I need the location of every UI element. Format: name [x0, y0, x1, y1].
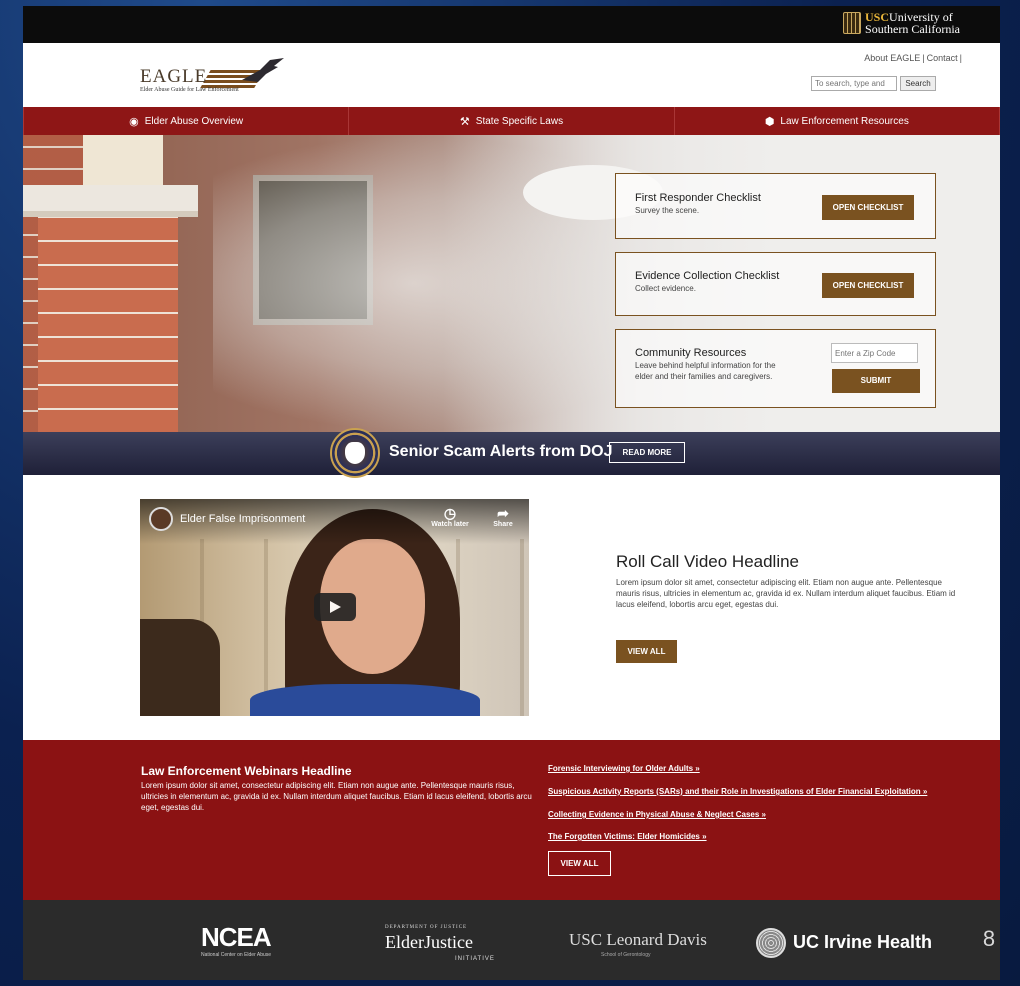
card-subtitle-line1: Leave behind helpful information for the [635, 361, 776, 370]
play-button-icon[interactable] [314, 593, 356, 621]
webinar-link[interactable]: Collecting Evidence in Physical Abuse & … [548, 810, 766, 819]
card-subtitle-line2: elder and their families and caregivers. [635, 372, 773, 381]
about-link[interactable]: About EAGLE [864, 53, 920, 63]
logo-word: EAGLE [140, 66, 208, 87]
roll-call-body: Lorem ipsum dolor sit amet, consectetur … [616, 578, 956, 609]
webinar-link[interactable]: Suspicious Activity Reports (SARs) and t… [548, 787, 927, 796]
video-player[interactable]: Elder False Imprisonment ◷ Watch later ➦ S… [140, 499, 529, 716]
view-all-webinars-button[interactable]: VIEW ALL [548, 851, 611, 876]
nav-label: State Specific Laws [475, 115, 564, 127]
alert-text: Senior Scam Alerts from DOJ [389, 443, 613, 460]
nav-elder-abuse-overview[interactable]: ◉ Elder Abuse Overview [23, 107, 350, 135]
site-header: EAGLE Elder Abuse Guide for Law Enforcem… [23, 43, 1000, 107]
utility-links: About EAGLE | Contact | [864, 53, 962, 63]
nav-label: Elder Abuse Overview [144, 115, 244, 127]
roll-call-headline: Roll Call Video Headline [616, 552, 800, 571]
main-nav: ◉ Elder Abuse Overview ⚒ State Specific … [23, 107, 1000, 135]
ncea-subtitle: National Center on Elder Abuse [201, 952, 272, 958]
badge-icon: ⬢ [764, 115, 775, 128]
evidence-collection-card: Evidence Collection Checklist Collect ev… [615, 252, 936, 316]
elder-justice-subtitle: INITIATIVE [455, 956, 495, 962]
hero-brick-pillar [38, 195, 178, 432]
hero-post [83, 135, 163, 190]
view-all-videos-button[interactable]: VIEW ALL [616, 640, 677, 663]
card-title: Community Resources [635, 347, 747, 359]
elder-justice-logo[interactable]: ElderJustice [385, 932, 473, 953]
community-resources-card: Community Resources Leave behind helpful… [615, 329, 936, 408]
card-subtitle: Survey the scene. [635, 206, 700, 215]
usc-line2: Southern California [865, 22, 960, 36]
share-icon: ➦ [497, 505, 509, 521]
card-title: First Responder Checklist [635, 192, 761, 204]
eagle-bird-icon [242, 58, 284, 82]
watch-later-control[interactable]: ◷ Watch later [430, 505, 470, 528]
uc-irvine-health-logo[interactable]: UC Irvine Health [793, 932, 932, 953]
partner-logos: NCEA National Center on Elder Abuse DEPA… [23, 900, 1000, 980]
submit-button[interactable]: SUBMIT [832, 369, 920, 393]
usc-leonard-davis-subtitle: School of Gerontology [601, 952, 651, 958]
search-input[interactable] [811, 76, 897, 91]
usc-leonard-davis-logo[interactable]: USC Leonard Davis [569, 930, 707, 950]
card-title: Evidence Collection Checklist [635, 270, 780, 282]
ncea-logo[interactable]: NCEA [201, 922, 272, 953]
logo-tagline: Elder Abuse Guide for Law Enforcement [140, 87, 239, 93]
uci-seal-icon [756, 928, 786, 958]
usc-seal-icon [843, 12, 862, 34]
nav-law-enforcement-resources[interactable]: ⬢ Law Enforcement Resources [675, 107, 1000, 135]
hero-banner: First Responder Checklist Survey the sce… [23, 135, 1000, 432]
doj-label: DEPARTMENT OF JUSTICE [385, 925, 468, 930]
card-subtitle: Collect evidence. [635, 284, 696, 293]
open-checklist-button[interactable]: OPEN CHECKLIST [822, 273, 914, 298]
clock-icon: ◷ [443, 505, 457, 521]
scam-alert-bar: Senior Scam Alerts from DOJ READ MORE [23, 428, 1000, 478]
channel-avatar[interactable] [149, 507, 173, 531]
webinars-body: Lorem ipsum dolor sit amet, consectetur … [141, 781, 532, 812]
nav-label: Law Enforcement Resources [780, 115, 909, 127]
share-control[interactable]: ➦ Share [483, 505, 523, 528]
zip-code-input[interactable] [831, 343, 918, 363]
read-more-button[interactable]: READ MORE [609, 442, 685, 463]
nav-state-specific-laws[interactable]: ⚒ State Specific Laws [349, 107, 675, 135]
first-responder-card: First Responder Checklist Survey the sce… [615, 173, 936, 239]
top-bar: USCUniversity of Southern California [23, 6, 1000, 43]
contact-link[interactable]: Contact [927, 53, 958, 63]
website-screenshot: USCUniversity of Southern California EAG… [23, 6, 1000, 980]
webinars-headline: Law Enforcement Webinars Headline [141, 764, 352, 778]
eagle-logo[interactable]: EAGLE Elder Abuse Guide for Law Enforcem… [140, 58, 300, 94]
doj-seal-icon [330, 428, 380, 478]
webinars-section: Law Enforcement Webinars Headline Lorem … [23, 740, 1000, 900]
hero-pillar-cap [23, 185, 198, 217]
search-button[interactable]: Search [900, 76, 936, 91]
webinar-link[interactable]: Forensic Interviewing for Older Adults » [548, 764, 700, 773]
webinar-link[interactable]: The Forgotten Victims: Elder Homicides » [548, 832, 707, 841]
slide-number: 8 [982, 926, 996, 951]
usc-logo[interactable]: USCUniversity of Southern California [843, 11, 960, 35]
video-title[interactable]: Elder False Imprisonment [180, 513, 305, 525]
open-checklist-button[interactable]: OPEN CHECKLIST [822, 195, 914, 220]
eye-icon: ◉ [129, 115, 139, 128]
gavel-icon: ⚒ [459, 115, 470, 128]
